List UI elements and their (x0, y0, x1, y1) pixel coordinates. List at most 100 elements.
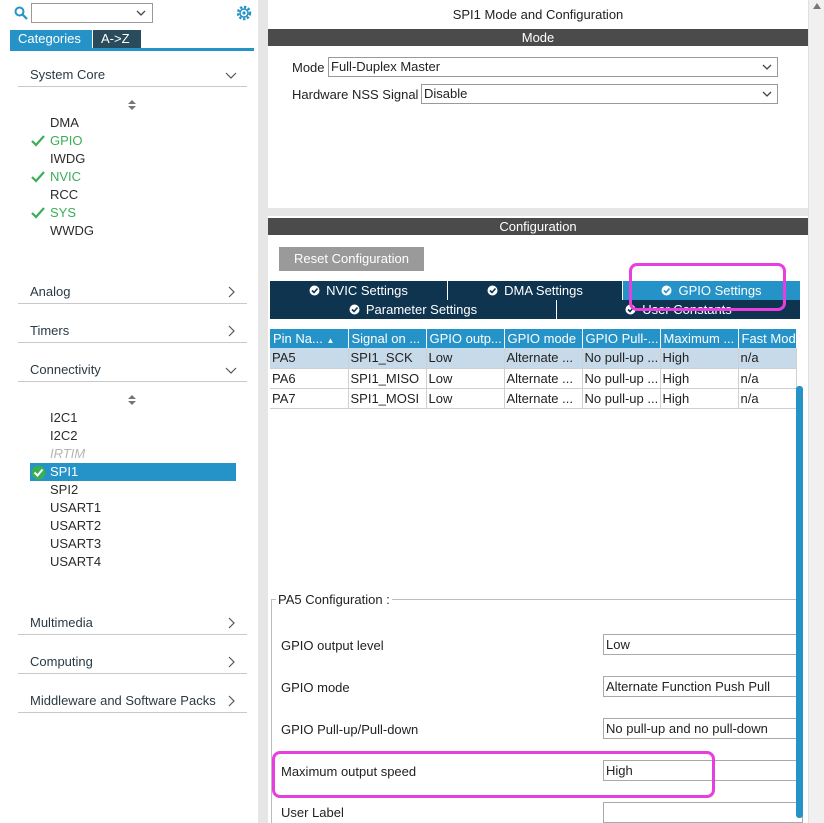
list-item-irtim[interactable]: IRTIM (50, 445, 85, 463)
search-input[interactable] (31, 3, 153, 23)
section-computing[interactable]: Computing (18, 654, 247, 674)
user-label-field[interactable] (603, 802, 803, 823)
mode-select-value: Full-Duplex Master (331, 59, 441, 74)
section-label: Timers (30, 323, 70, 338)
chevron-down-icon[interactable] (136, 8, 146, 18)
table-cell: Low (426, 368, 505, 389)
section-timers[interactable]: Timers (18, 323, 247, 343)
pin-config-title: PA5 Configuration : (276, 592, 392, 607)
list-item-rcc[interactable]: RCC (50, 186, 78, 204)
max-speed-highlight (272, 751, 715, 798)
list-item-wwdg[interactable]: WWDG (50, 222, 94, 240)
table-cell: SPI1_MOSI (348, 388, 427, 409)
mode-select[interactable]: Full-Duplex Master (328, 57, 778, 77)
table-cell: No pull-up ... (582, 348, 661, 369)
left-panel: Categories A->Z System Core DMA GPIO IWD… (0, 0, 258, 823)
chevron-right-icon (228, 656, 235, 668)
column-header-gpio-mode[interactable]: GPIO mode (504, 329, 583, 348)
list-item-spi1[interactable]: SPI1 (50, 463, 78, 481)
tab-categories[interactable]: Categories (10, 30, 92, 48)
list-item-i2c2[interactable]: I2C2 (50, 427, 77, 445)
table-row[interactable]: PA6 SPI1_MISO Low Alternate ... No pull-… (270, 368, 797, 389)
check-circle-icon (31, 465, 46, 480)
gpio-output-level-field[interactable]: Low (603, 634, 803, 655)
gear-icon[interactable] (235, 4, 253, 22)
list-item-nvic[interactable]: NVIC (50, 168, 81, 186)
check-icon (31, 171, 45, 183)
tab-dma-settings[interactable]: DMA Settings (448, 281, 623, 300)
tab-label: DMA Settings (504, 283, 583, 298)
table-cell: PA6 (270, 368, 349, 389)
section-label: Computing (30, 654, 93, 669)
section-middleware[interactable]: Middleware and Software Packs (18, 693, 247, 713)
list-item-usart1[interactable]: USART1 (50, 499, 101, 517)
sort-asc-icon: ▲ (326, 336, 335, 345)
header-label: Pin Na... (273, 331, 323, 346)
tab-a-to-z[interactable]: A->Z (93, 30, 141, 48)
table-cell: High (660, 348, 739, 369)
panel-splitter[interactable] (258, 0, 268, 823)
list-item-i2c1[interactable]: I2C1 (50, 409, 77, 427)
table-cell: n/a (738, 388, 797, 409)
section-label: Connectivity (30, 362, 101, 377)
gpio-mode-field[interactable]: Alternate Function Push Pull (603, 676, 803, 697)
tab-parameter-settings[interactable]: Parameter Settings (270, 300, 557, 319)
gpio-pull-field[interactable]: No pull-up and no pull-down (603, 718, 803, 739)
gpio-settings-highlight (629, 263, 786, 311)
tab-underline (10, 48, 254, 51)
column-header-pin-name[interactable]: Pin Na... ▲ (270, 329, 349, 348)
tab-nvic-settings[interactable]: NVIC Settings (270, 281, 448, 300)
table-cell: High (660, 388, 739, 409)
check-circle-icon (487, 285, 498, 296)
list-item-usart3[interactable]: USART3 (50, 535, 101, 553)
list-item-sys[interactable]: SYS (50, 204, 76, 222)
nss-label: Hardware NSS Signal (292, 87, 419, 102)
gpio-pin-table: Pin Na... ▲ Signal on ... GPIO outp... G… (270, 329, 797, 409)
section-multimedia[interactable]: Multimedia (18, 615, 247, 635)
list-item-gpio[interactable]: GPIO (50, 132, 83, 150)
tab-label: NVIC Settings (326, 283, 408, 298)
table-cell: PA5 (270, 348, 349, 369)
scroll-up-icon[interactable] (812, 2, 822, 10)
check-icon (31, 207, 45, 219)
list-item-iwdg[interactable]: IWDG (50, 150, 85, 168)
table-cell: n/a (738, 348, 797, 369)
list-item-usart4[interactable]: USART4 (50, 553, 101, 571)
column-header-signal[interactable]: Signal on ... (348, 329, 427, 348)
nss-select[interactable]: Disable (421, 84, 778, 104)
section-label: System Core (30, 67, 106, 82)
gpio-mode-label: GPIO mode (281, 680, 350, 695)
sort-icon[interactable] (127, 99, 137, 111)
list-item-dma[interactable]: DMA (50, 114, 79, 132)
mode-header-bar: Mode (268, 29, 808, 46)
chevron-down-icon (762, 91, 772, 97)
list-item-spi2[interactable]: SPI2 (50, 481, 78, 499)
column-header-gpio-pull[interactable]: GPIO Pull-... (582, 329, 661, 348)
table-row[interactable]: PA5 SPI1_SCK Low Alternate ... No pull-u… (270, 348, 797, 369)
list-item-usart2[interactable]: USART2 (50, 517, 101, 535)
sort-icon[interactable] (127, 394, 137, 406)
chevron-right-icon (228, 695, 235, 707)
check-circle-icon (309, 285, 320, 296)
table-cell: Low (426, 348, 505, 369)
table-header-row: Pin Na... ▲ Signal on ... GPIO outp... G… (270, 329, 797, 348)
table-cell: No pull-up ... (582, 368, 661, 389)
column-header-max-speed[interactable]: Maximum ... (660, 329, 739, 348)
table-scrollbar[interactable] (796, 386, 803, 818)
column-header-fast-mode[interactable]: Fast Mod (738, 329, 797, 348)
check-icon (31, 135, 45, 147)
column-header-gpio-output[interactable]: GPIO outp... (426, 329, 505, 348)
table-row[interactable]: PA7 SPI1_MOSI Low Alternate ... No pull-… (270, 388, 797, 409)
table-cell: Low (426, 388, 505, 409)
mode-label: Mode (292, 60, 325, 75)
chevron-down-icon (225, 367, 237, 374)
section-system-core[interactable]: System Core (18, 67, 247, 87)
search-icon[interactable] (14, 6, 28, 20)
chevron-right-icon (228, 325, 235, 337)
panel-scrollbar[interactable] (808, 0, 824, 823)
table-cell: n/a (738, 368, 797, 389)
section-analog[interactable]: Analog (18, 284, 247, 304)
reset-configuration-button[interactable]: Reset Configuration (279, 247, 424, 271)
section-connectivity[interactable]: Connectivity (18, 362, 247, 382)
table-cell: High (660, 368, 739, 389)
